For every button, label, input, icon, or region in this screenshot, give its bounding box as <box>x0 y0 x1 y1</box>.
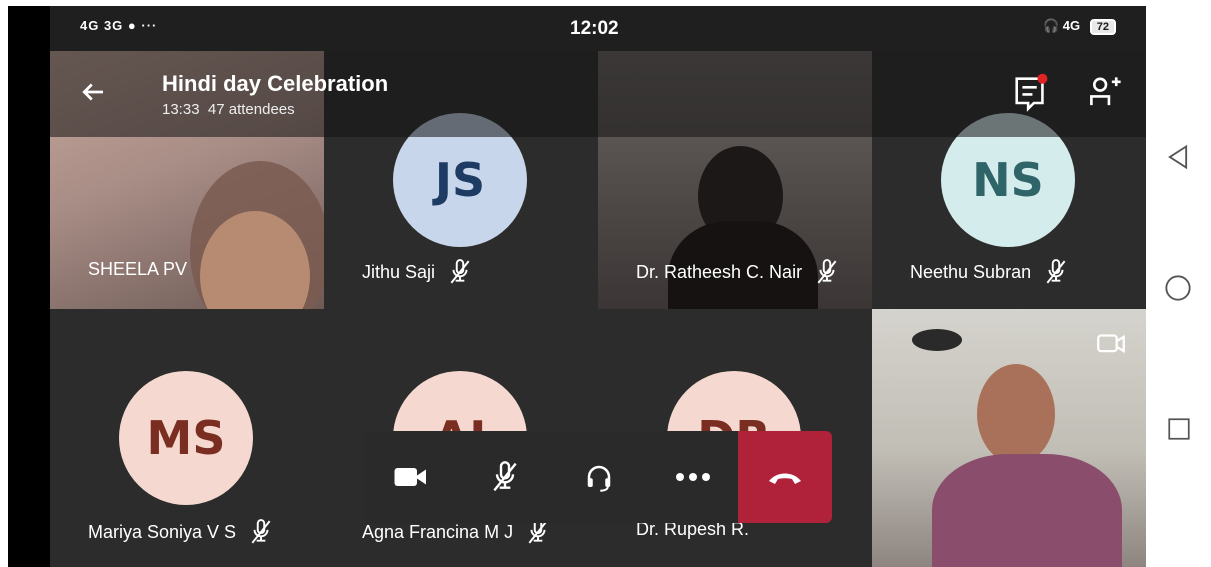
participant-name: Mariya Soniya V S <box>88 519 274 545</box>
recents-square-icon[interactable] <box>1166 416 1192 442</box>
left-black-bar <box>8 6 50 567</box>
avatar: MS <box>119 371 253 505</box>
participant-body <box>932 454 1122 567</box>
android-nav-bar <box>1146 6 1211 567</box>
hang-up-button[interactable] <box>738 431 832 523</box>
participant-name: SHEELA PV <box>88 259 188 279</box>
chat-icon[interactable] <box>1012 73 1050 113</box>
switch-camera-icon[interactable] <box>1094 327 1128 361</box>
signal-indicators: 4G 3G ● ··· <box>80 18 157 33</box>
participant-name: Jithu Saji <box>362 259 473 285</box>
back-arrow-icon[interactable] <box>78 77 108 107</box>
participant-name: Neethu Subran <box>910 259 1069 285</box>
meeting-subtitle: 13:33 47 attendees <box>162 101 295 118</box>
unread-dot-icon <box>1037 73 1048 84</box>
microphone-muted-icon <box>1046 259 1066 284</box>
camera-button[interactable] <box>364 431 458 523</box>
mute-button[interactable] <box>458 431 552 523</box>
meeting-title: Hindi day Celebration <box>162 71 389 96</box>
participant-name: Dr. Ratheesh C. Nair <box>636 259 840 285</box>
video-camera-icon <box>394 468 426 486</box>
audio-device-button[interactable] <box>552 431 646 523</box>
microphone-muted-icon <box>450 259 470 284</box>
end-call-icon <box>769 473 801 484</box>
microphone-muted-icon <box>817 259 837 284</box>
signal-text: 4G 3G <box>80 18 124 33</box>
participant-face <box>977 364 1055 464</box>
meeting-duration: 13:33 <box>162 101 200 118</box>
back-triangle-icon[interactable] <box>1164 142 1192 172</box>
microphone-muted-icon <box>493 461 517 492</box>
self-view-tile[interactable] <box>872 309 1146 567</box>
headset-icon <box>587 465 611 492</box>
more-options-button[interactable] <box>646 431 740 523</box>
headphones-status-icon: 🎧 <box>1042 18 1060 33</box>
ceiling-fan <box>912 329 962 351</box>
network-text: 4G <box>1062 18 1081 33</box>
notification-icon: ● ··· <box>127 18 158 33</box>
status-right: 🎧 4G 72 <box>1043 18 1116 35</box>
call-controls <box>364 431 832 523</box>
microphone-muted-icon <box>251 519 271 544</box>
meeting-header: Hindi day Celebration 13:33 47 attendees <box>50 51 1146 137</box>
clock: 12:02 <box>570 18 619 39</box>
more-dots-icon <box>676 473 710 481</box>
add-participants-icon[interactable] <box>1086 73 1126 111</box>
participant-tile-mariya[interactable]: MS Mariya Soniya V S <box>50 309 324 567</box>
attendee-count: 47 attendees <box>207 101 295 118</box>
battery-indicator: 72 <box>1089 19 1116 35</box>
home-circle-icon[interactable] <box>1164 274 1192 302</box>
status-bar: 4G 3G ● ··· 12:02 🎧 4G 72 <box>50 6 1146 51</box>
